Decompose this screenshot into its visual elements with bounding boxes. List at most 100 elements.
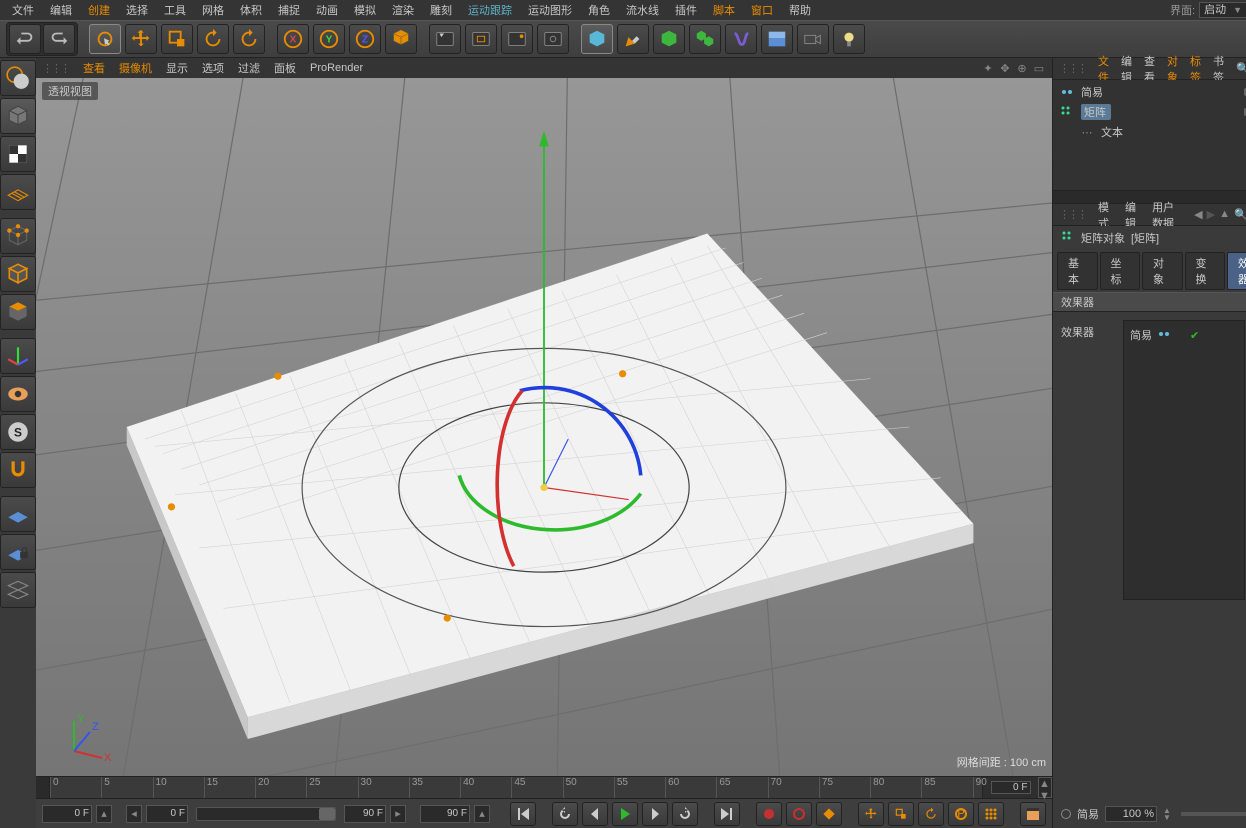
grip-icon[interactable]: ⋮⋮⋮ — [42, 62, 69, 75]
search-icon[interactable]: 🔍 — [1234, 208, 1246, 221]
undo-button[interactable] — [9, 24, 41, 54]
vp-menu-view[interactable]: 查看 — [83, 60, 105, 76]
render-view-button[interactable] — [429, 24, 461, 54]
array-button[interactable] — [689, 24, 721, 54]
strength-field[interactable] — [1105, 806, 1157, 822]
range-start-field[interactable] — [42, 805, 92, 823]
tab-effectors[interactable]: 效果器 — [1227, 252, 1246, 290]
vp-menu-prorender[interactable]: ProRender — [310, 62, 363, 74]
nav-up-icon[interactable]: ▲ — [1219, 208, 1230, 221]
vp-menu-filter[interactable]: 过滤 — [238, 60, 260, 76]
recent-tool[interactable] — [233, 24, 265, 54]
enabled-check-icon[interactable]: ✔ — [1190, 329, 1199, 342]
edges-mode-button[interactable] — [0, 256, 36, 292]
goto-end-button[interactable] — [714, 802, 740, 826]
object-name[interactable]: 矩阵 — [1081, 104, 1111, 120]
spline-pen-button[interactable] — [617, 24, 649, 54]
menu-character[interactable]: 角色 — [580, 0, 618, 20]
render-region-button[interactable] — [465, 24, 497, 54]
object-name[interactable]: 文本 — [1101, 124, 1131, 140]
prev-key-button[interactable] — [552, 802, 578, 826]
object-name[interactable]: 简易 — [1081, 84, 1111, 100]
grip-icon[interactable]: ⋮⋮⋮ — [1059, 208, 1086, 221]
model-mode-button[interactable] — [0, 98, 36, 134]
next-frame-button[interactable] — [642, 802, 668, 826]
points-mode-button[interactable] — [0, 218, 36, 254]
range-slider[interactable] — [196, 807, 336, 821]
effector-list-item[interactable]: 简易 ✔ — [1128, 325, 1240, 345]
nav-fwd-icon[interactable]: ▶ — [1207, 208, 1215, 221]
polygons-mode-button[interactable] — [0, 294, 36, 330]
snap-button[interactable]: S — [0, 414, 36, 450]
vp-menu-options[interactable]: 选项 — [202, 60, 224, 76]
play-button[interactable] — [612, 802, 638, 826]
render-settings-button[interactable] — [537, 24, 569, 54]
menu-help[interactable]: 帮助 — [781, 0, 819, 20]
z-axis-lock[interactable]: Z — [349, 24, 381, 54]
scale-key-button[interactable] — [888, 802, 914, 826]
y-axis-lock[interactable]: Y — [313, 24, 345, 54]
panel-splitter[interactable] — [1053, 190, 1246, 204]
menu-sculpt[interactable]: 雕刻 — [422, 0, 460, 20]
menu-animate[interactable]: 动画 — [308, 0, 346, 20]
timeline-end-field[interactable] — [991, 781, 1031, 794]
move-tool[interactable] — [125, 24, 157, 54]
next-key-button[interactable] — [672, 802, 698, 826]
param-key-button[interactable]: P — [948, 802, 974, 826]
tab-basic[interactable]: 基本 — [1057, 252, 1098, 290]
locked-workplane-button[interactable] — [0, 534, 36, 570]
menu-file[interactable]: 文件 — [4, 0, 42, 20]
object-tree[interactable]: 简易 ✔ 矩阵 ✔ ⋯ 文本 — [1053, 80, 1246, 190]
environment-button[interactable] — [761, 24, 793, 54]
range-start-stepper[interactable]: ▴ — [96, 805, 112, 823]
x-axis-lock[interactable]: X — [277, 24, 309, 54]
subdivision-button[interactable] — [653, 24, 685, 54]
tab-object[interactable]: 对象 — [1142, 252, 1183, 290]
tab-coord[interactable]: 坐标 — [1100, 252, 1141, 290]
deformer-button[interactable] — [725, 24, 757, 54]
autokey-button[interactable] — [786, 802, 812, 826]
viewport-solo-button[interactable] — [0, 376, 36, 412]
menu-mograph[interactable]: 运动图形 — [520, 0, 580, 20]
object-row-matrix[interactable]: 矩阵 ✔ — [1053, 102, 1246, 122]
vp-toggle-icon[interactable]: ▭ — [1032, 61, 1046, 75]
texture-mode-button[interactable] — [0, 136, 36, 172]
menu-render[interactable]: 渲染 — [384, 0, 422, 20]
perspective-viewport[interactable]: 透视视图 — [36, 78, 1052, 776]
menu-snap[interactable]: 捕捉 — [270, 0, 308, 20]
menu-create[interactable]: 创建 — [80, 0, 118, 20]
menu-pipeline[interactable]: 流水线 — [618, 0, 667, 20]
pla-key-button[interactable] — [978, 802, 1004, 826]
timeline-scrub-handle[interactable] — [36, 777, 50, 798]
workplane-button[interactable] — [0, 496, 36, 532]
rot-key-button[interactable] — [918, 802, 944, 826]
strength-stepper[interactable]: ▲▼ — [1163, 807, 1171, 821]
coord-system-toggle[interactable] — [385, 24, 417, 54]
record-button[interactable] — [756, 802, 782, 826]
range-end-field[interactable] — [420, 805, 470, 823]
grip-icon[interactable]: ⋮⋮⋮ — [1059, 62, 1086, 75]
axis-navigator[interactable]: Y X Z — [54, 706, 114, 766]
render-picture-viewer-button[interactable] — [501, 24, 533, 54]
menu-mesh[interactable]: 网格 — [194, 0, 232, 20]
live-select-tool[interactable] — [89, 24, 121, 54]
menu-select[interactable]: 选择 — [118, 0, 156, 20]
vp-move-icon[interactable]: ✥ — [998, 61, 1012, 75]
menu-edit[interactable]: 编辑 — [42, 0, 80, 20]
object-row-text[interactable]: ⋯ 文本 — [1053, 122, 1246, 142]
planar-workplane-button[interactable] — [0, 572, 36, 608]
vp-menu-panel[interactable]: 面板 — [274, 60, 296, 76]
menu-script[interactable]: 脚本 — [705, 0, 743, 20]
vp-menu-cameras[interactable]: 摄像机 — [119, 60, 152, 76]
snap-settings-button[interactable] — [0, 452, 36, 488]
pos-key-button[interactable] — [858, 802, 884, 826]
make-editable-button[interactable] — [0, 60, 36, 96]
menu-tools[interactable]: 工具 — [156, 0, 194, 20]
tab-transform[interactable]: 变换 — [1185, 252, 1226, 290]
search-icon[interactable]: 🔍 — [1236, 62, 1246, 75]
range-end-stepper[interactable]: ▴ — [474, 805, 490, 823]
current-frame-field[interactable] — [146, 805, 188, 823]
vp-nav-icon[interactable]: ✦ — [981, 61, 995, 75]
vp-menu-display[interactable]: 显示 — [166, 60, 188, 76]
menu-plugins[interactable]: 插件 — [667, 0, 705, 20]
